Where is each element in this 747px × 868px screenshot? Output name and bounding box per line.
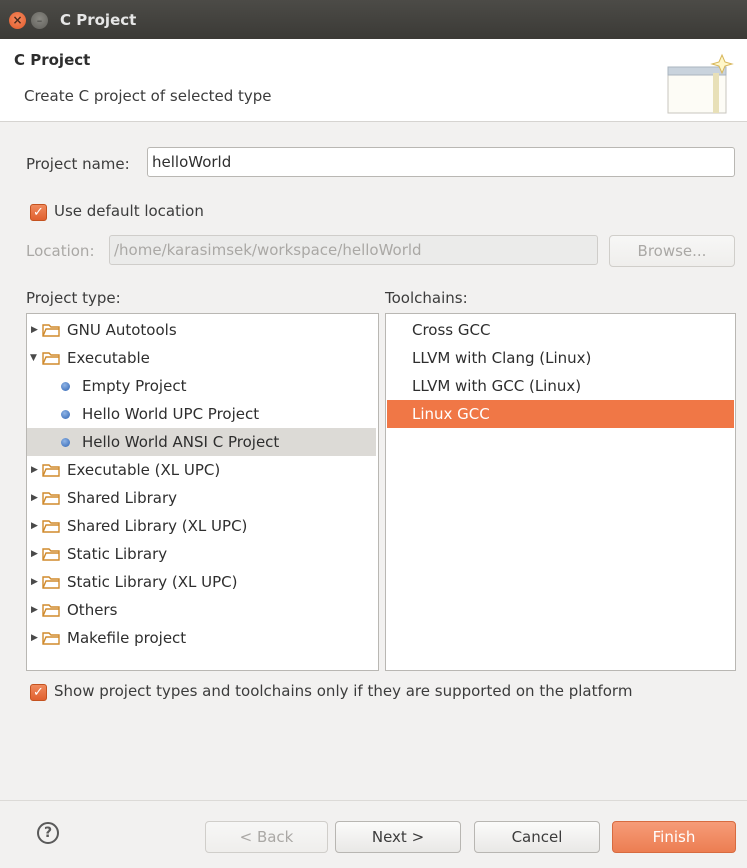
project-template-icon [61,382,70,391]
show-supported-checkbox[interactable]: ✓ [30,684,47,701]
project-name-input[interactable]: helloWorld [147,147,735,177]
wizard-title: C Project [14,51,91,69]
folder-icon [42,604,60,617]
expand-arrow-icon[interactable]: ▶ [31,512,38,540]
title-bar: × – C Project [0,0,747,39]
tree-item-static-library[interactable]: ▶ Static Library [27,540,376,568]
folder-icon [42,548,60,561]
cancel-button[interactable]: Cancel [474,821,600,853]
toolchain-item-cross-gcc[interactable]: Cross GCC [387,316,734,344]
tree-item-static-library-xl-upc[interactable]: ▶ Static Library (XL UPC) [27,568,376,596]
expand-arrow-icon[interactable]: ▶ [31,624,38,652]
window-minimize-button[interactable]: – [31,12,48,29]
wizard-banner-icon [667,53,734,114]
wizard-subtitle: Create C project of selected type [24,87,272,105]
expand-arrow-icon[interactable]: ▶ [31,456,38,484]
window-title: C Project [60,11,137,29]
location-label: Location: [26,242,95,260]
tree-item-gnu-autotools[interactable]: ▶ GNU Autotools [27,316,376,344]
tree-item-hello-world-ansi-c-project[interactable]: Hello World ANSI C Project [27,428,376,456]
tree-item-makefile-project[interactable]: ▶ Makefile project [27,624,376,652]
back-button[interactable]: < Back [205,821,328,853]
tree-item-shared-library[interactable]: ▶ Shared Library [27,484,376,512]
project-type-tree[interactable]: ▶ GNU Autotools ▼ Executable Empty Proje… [26,313,379,671]
expand-arrow-icon[interactable]: ▶ [31,540,38,568]
tree-item-others[interactable]: ▶ Others [27,596,376,624]
finish-button[interactable]: Finish [612,821,736,853]
folder-open-icon [42,352,60,365]
toolchain-item-llvm-gcc[interactable]: LLVM with GCC (Linux) [387,372,734,400]
toolchain-item-linux-gcc[interactable]: Linux GCC [387,400,734,428]
next-button[interactable]: Next > [335,821,461,853]
tree-item-hello-world-upc-project[interactable]: Hello World UPC Project [27,400,376,428]
toolchains-list[interactable]: Cross GCC LLVM with Clang (Linux) LLVM w… [385,313,736,671]
expand-arrow-icon[interactable]: ▶ [31,596,38,624]
footer-divider [0,800,747,801]
expand-arrow-icon[interactable]: ▶ [31,568,38,596]
folder-icon [42,520,60,533]
expand-arrow-icon[interactable]: ▶ [31,316,38,344]
toolchain-item-llvm-clang[interactable]: LLVM with Clang (Linux) [387,344,734,372]
window-close-button[interactable]: × [9,12,26,29]
use-default-location-checkbox[interactable]: ✓ [30,204,47,221]
tree-item-empty-project[interactable]: Empty Project [27,372,376,400]
use-default-location-label: Use default location [54,202,204,220]
help-icon[interactable]: ? [37,822,59,844]
project-template-icon [61,438,70,447]
toolchains-label: Toolchains: [385,289,468,307]
wizard-header: C Project Create C project of selected t… [0,39,747,122]
browse-button[interactable]: Browse... [609,235,735,267]
tree-item-executable-xl-upc[interactable]: ▶ Executable (XL UPC) [27,456,376,484]
collapse-arrow-icon[interactable]: ▼ [30,344,37,372]
tree-item-shared-library-xl-upc[interactable]: ▶ Shared Library (XL UPC) [27,512,376,540]
project-type-label: Project type: [26,289,121,307]
project-template-icon [61,410,70,419]
folder-icon [42,324,60,337]
folder-icon [42,576,60,589]
show-supported-label: Show project types and toolchains only i… [54,682,633,700]
tree-item-executable[interactable]: ▼ Executable [27,344,376,372]
folder-icon [42,492,60,505]
expand-arrow-icon[interactable]: ▶ [31,484,38,512]
location-input[interactable]: /home/karasimsek/workspace/helloWorld [109,235,598,265]
project-name-label: Project name: [26,155,130,173]
folder-icon [42,632,60,645]
folder-icon [42,464,60,477]
